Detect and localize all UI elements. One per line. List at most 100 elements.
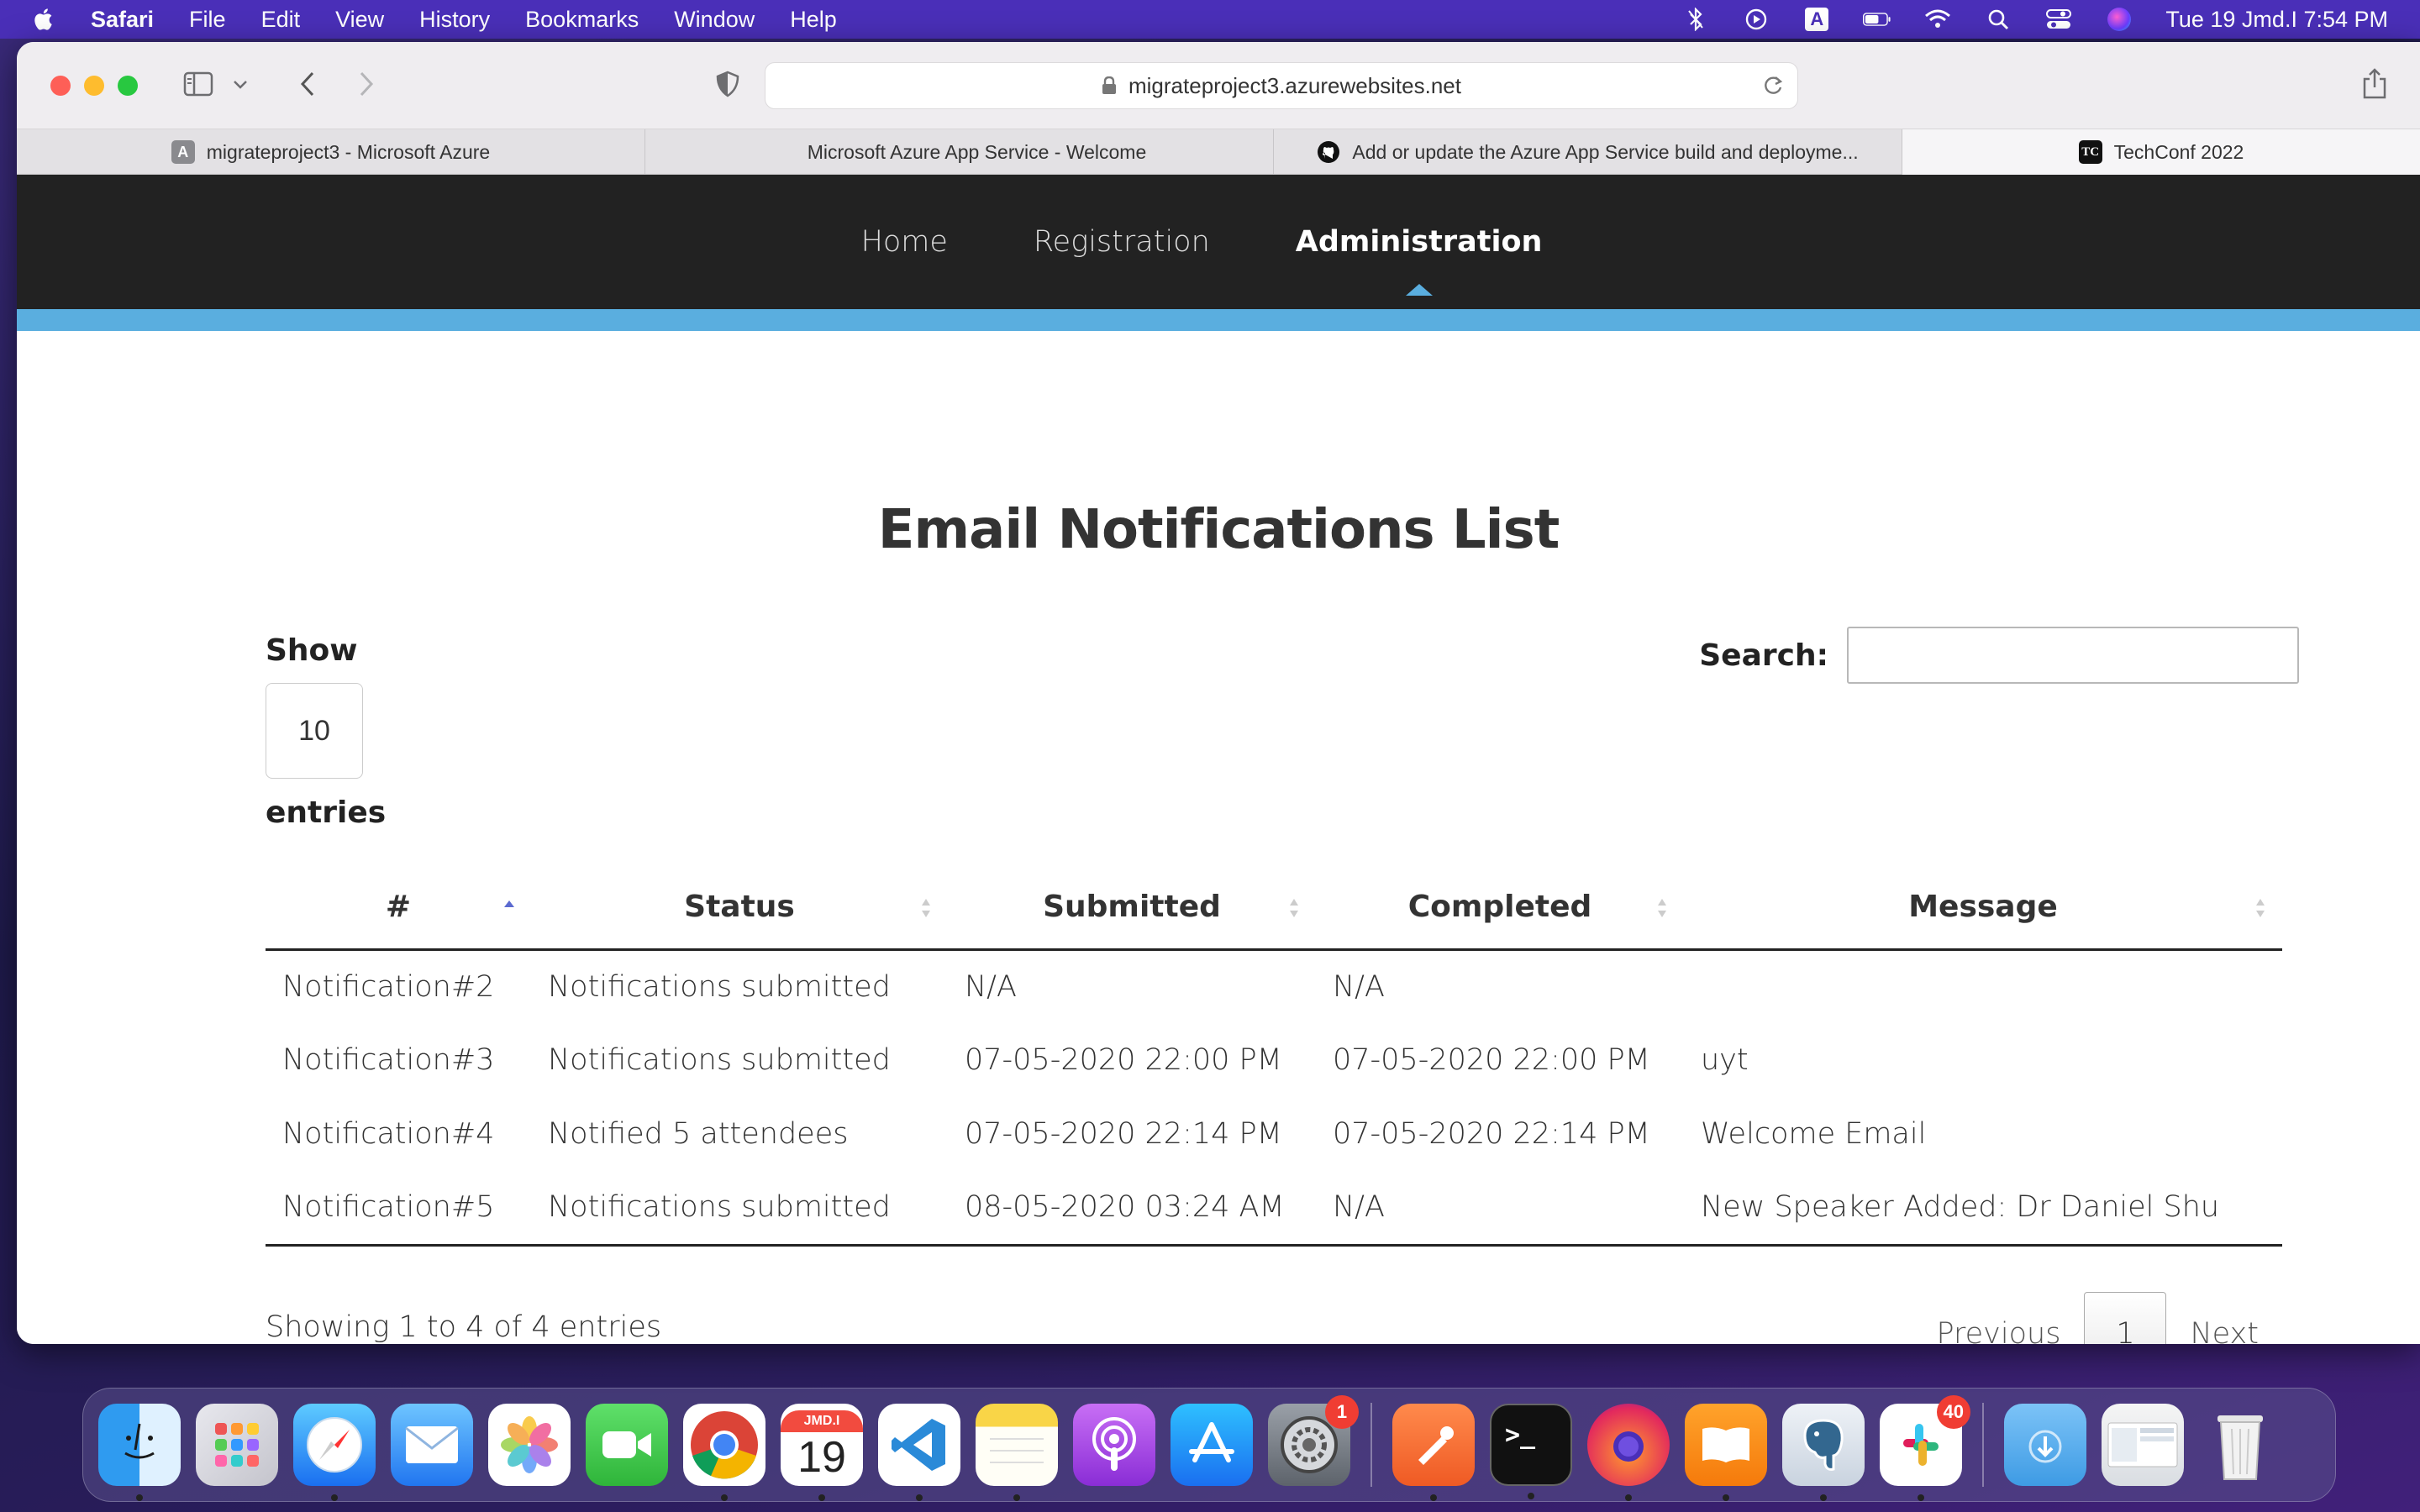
cell-id: Notification#4 [282,1117,495,1151]
entries-length-select[interactable]: 10 [266,683,363,779]
close-window-button[interactable] [50,76,71,96]
wifi-icon[interactable] [1923,8,1952,31]
safari-icon[interactable] [293,1404,376,1501]
tab-app-service-welcome[interactable]: Microsoft Azure App Service - Welcome [645,129,1274,175]
dock-separator [1370,1403,1372,1487]
forward-button[interactable] [350,67,383,101]
photos-icon[interactable] [488,1404,571,1486]
slack-icon[interactable]: 40 [1880,1395,1970,1501]
control-center-icon[interactable] [2044,8,2073,31]
table-header-row: # Status Submitted Completed Message [266,865,2282,951]
sort-both-icon [2256,899,2265,917]
table-row[interactable]: Notification#2 Notifications submitted N… [266,949,2282,1023]
reload-icon[interactable] [1762,75,1784,102]
table-row[interactable]: Notification#4 Notified 5 attendees 07-0… [266,1097,2282,1171]
finder-icon[interactable] [98,1404,181,1501]
facetime-icon[interactable] [586,1404,668,1486]
search-area: Search: [1699,627,2299,684]
battery-icon[interactable] [1863,8,1891,31]
window-preview-icon[interactable] [2102,1404,2184,1486]
running-indicator [1430,1494,1437,1501]
play-circle-icon[interactable] [1742,8,1770,31]
menubar-clock[interactable]: Tue 19 Jmd.I 7:54 PM [2165,7,2388,33]
cell-message: Welcome Email [1701,1117,1927,1151]
calendar-icon[interactable]: JMD.I 19 [781,1404,863,1501]
apple-icon[interactable] [32,7,57,32]
cell-message [1684,949,2282,1023]
tab-azure-portal[interactable]: A migrateproject3 - Microsoft Azure [17,129,645,175]
running-indicator [1528,1493,1534,1499]
menu-bookmarks[interactable]: Bookmarks [525,7,639,33]
menu-view[interactable]: View [335,7,384,33]
firefox-icon[interactable] [1587,1404,1670,1501]
column-header-submitted[interactable]: Submitted [948,865,1316,951]
terminal-icon[interactable]: >_ [1490,1404,1572,1499]
safari-window: migrateproject3.azurewebsites.net A migr… [17,42,2420,1344]
zoom-window-button[interactable] [118,76,138,96]
menu-help[interactable]: Help [790,7,837,33]
tab-github[interactable]: Add or update the Azure App Service buil… [1274,129,1902,175]
dock: JMD.I 19 1 >_ 40 [82,1388,2336,1502]
cell-submitted: N/A [965,969,1017,1004]
notification-badge: 1 [1325,1395,1359,1429]
column-header-message[interactable]: Message [1684,865,2282,951]
downloads-folder-icon[interactable] [2004,1404,2086,1486]
launchpad-icon[interactable] [196,1404,278,1486]
notes-icon[interactable] [976,1404,1058,1501]
accent-bar [17,309,2420,331]
bluetooth-off-icon[interactable] [1681,8,1710,31]
menu-window[interactable]: Window [674,7,755,33]
microsoft-logo-icon [772,140,796,164]
nav-home[interactable]: Home [861,225,948,259]
chrome-icon[interactable] [683,1404,765,1501]
sidebar-chevron-down-icon[interactable] [230,67,250,101]
menu-edit[interactable]: Edit [261,7,301,33]
siri-icon[interactable] [2105,8,2133,31]
spotlight-search-icon[interactable] [1984,8,2012,31]
cell-completed: N/A [1333,969,1385,1004]
minimize-window-button[interactable] [84,76,104,96]
calendar-month: JMD.I [781,1410,863,1432]
menu-app-safari[interactable]: Safari [91,7,154,33]
tab-label: TechConf 2022 [2113,140,2244,163]
vscode-icon[interactable] [878,1404,960,1501]
page-1-button[interactable]: 1 [2084,1292,2167,1344]
table-row[interactable]: Notification#5 Notifications submitted 0… [266,1171,2282,1247]
input-source-icon[interactable]: A [1802,8,1831,31]
address-bar[interactable]: migrateproject3.azurewebsites.net [765,62,1798,109]
privacy-shield-icon[interactable] [711,67,744,101]
azure-favicon-icon: A [171,140,195,164]
column-header-id[interactable]: # [266,865,531,951]
running-indicator [1013,1494,1020,1501]
app-store-icon[interactable] [1171,1404,1253,1486]
postman-icon[interactable] [1392,1404,1475,1501]
cell-completed: 07-05-2020 22:14 PM [1333,1117,1650,1151]
books-icon[interactable] [1685,1404,1767,1501]
sort-ascending-icon [504,900,514,907]
mail-icon[interactable] [391,1404,473,1486]
column-header-status[interactable]: Status [531,865,948,951]
table-controls: Show 10 entries Search: [266,627,2299,830]
podcasts-icon[interactable] [1073,1404,1155,1486]
nav-registration[interactable]: Registration [1034,225,1210,259]
share-icon[interactable] [2358,67,2391,101]
trash-icon[interactable] [2199,1404,2281,1486]
sort-both-icon [1290,899,1298,917]
back-button[interactable] [291,67,324,101]
postgresql-icon[interactable] [1782,1404,1865,1501]
sidebar-toggle-icon[interactable] [182,67,215,101]
running-indicator [1918,1494,1924,1501]
menu-history[interactable]: History [419,7,490,33]
running-indicator [916,1494,923,1501]
search-input[interactable] [1847,627,2299,684]
tab-techconf[interactable]: TC TechConf 2022 [1902,129,2420,175]
running-indicator [1723,1494,1729,1501]
menu-file[interactable]: File [189,7,226,33]
previous-page-button[interactable]: Previous [1913,1317,2085,1344]
table-row[interactable]: Notification#3 Notifications submitted 0… [266,1023,2282,1097]
column-header-completed[interactable]: Completed [1316,865,1684,951]
system-preferences-icon[interactable]: 1 [1268,1395,1359,1486]
nav-administration[interactable]: Administration [1296,225,1542,296]
cell-status: Notifications submitted [548,969,891,1004]
next-page-button[interactable]: Next [2166,1317,2282,1344]
